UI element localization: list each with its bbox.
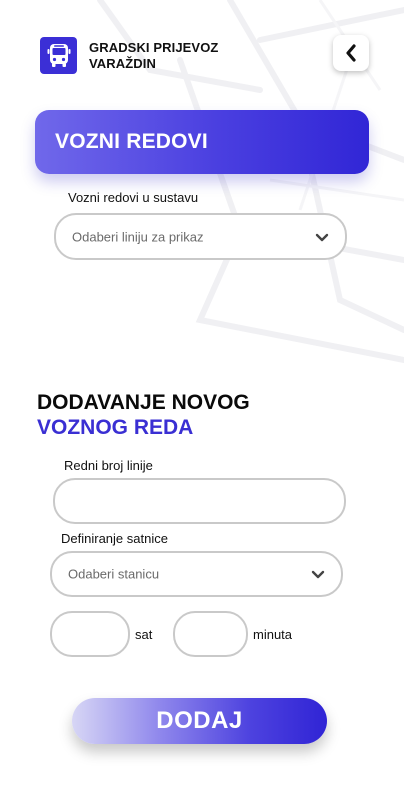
line-number-input[interactable] — [53, 478, 346, 524]
brand-line-2: VARAŽDIN — [89, 56, 156, 71]
timetable-label: Definiranje satnice — [61, 531, 168, 546]
schedules-banner: VOZNI REDOVI — [35, 110, 369, 174]
station-select[interactable]: Odaberi stanicu — [50, 551, 343, 597]
bus-logo — [40, 37, 77, 74]
hour-input[interactable] — [50, 611, 130, 657]
line-select[interactable]: Odaberi liniju za prikaz — [54, 213, 347, 260]
line-select-placeholder: Odaberi liniju za prikaz — [72, 229, 204, 244]
brand-line-1: GRADSKI PRIJEVOZ — [89, 40, 219, 55]
schedules-list-label: Vozni redovi u sustavu — [68, 190, 199, 205]
chevron-down-icon — [315, 233, 329, 241]
brand-name: GRADSKI PRIJEVOZ VARAŽDIN — [89, 40, 218, 72]
chevron-down-icon — [311, 570, 325, 579]
add-button-label: DODAJ — [156, 707, 243, 734]
minute-unit-label: minuta — [253, 627, 293, 642]
bus-icon — [47, 43, 70, 67]
line-number-label: Redni broj linije — [64, 458, 153, 473]
new-schedule-title-line-2: VOZNOG REDA — [37, 416, 194, 439]
minute-input[interactable] — [173, 611, 248, 657]
new-schedule-title-line-1: DODAVANJE NOVOG — [37, 391, 250, 414]
hour-unit-label: sat — [135, 627, 153, 642]
new-schedule-title: DODAVANJE NOVOG VOZNOG REDA — [37, 390, 250, 440]
add-button[interactable]: DODAJ — [72, 698, 327, 744]
chevron-left-icon — [346, 44, 356, 62]
station-select-placeholder: Odaberi stanicu — [68, 566, 160, 582]
banner-title: VOZNI REDOVI — [55, 130, 208, 153]
back-button[interactable] — [333, 35, 369, 71]
